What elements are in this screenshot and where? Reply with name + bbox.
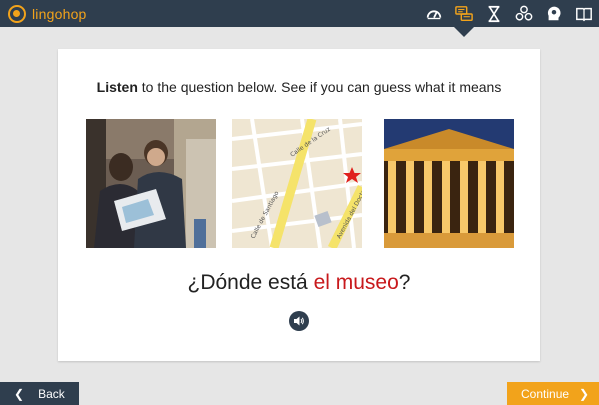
chevron-right-icon: ❯ bbox=[579, 386, 590, 401]
audio-play-button[interactable] bbox=[289, 311, 309, 331]
head-icon[interactable] bbox=[539, 0, 569, 27]
chat-icon[interactable] bbox=[449, 0, 479, 37]
logo-globe-icon bbox=[8, 5, 26, 23]
instruction-text: Listen to the question below. See if you… bbox=[58, 79, 540, 95]
continue-button[interactable]: Continue ❯ bbox=[507, 382, 599, 405]
museum-photo[interactable] bbox=[384, 119, 514, 248]
hourglass-icon[interactable] bbox=[479, 0, 509, 27]
tourists-photo[interactable] bbox=[86, 119, 216, 248]
continue-label: Continue bbox=[521, 386, 570, 401]
map-photo[interactable]: Calle de la Cruz Calle de Santiago Aveni… bbox=[232, 119, 362, 248]
top-bar: lingohop bbox=[0, 0, 599, 37]
chevron-left-icon: ❮ bbox=[14, 386, 25, 401]
instruction-rest: to the question below. See if you can gu… bbox=[137, 79, 502, 95]
question-prefix: ¿Dónde está bbox=[187, 271, 314, 294]
speaker-icon bbox=[294, 316, 304, 326]
logo-text: lingohop bbox=[32, 6, 87, 22]
question-text: ¿Dónde está el museo? bbox=[58, 271, 540, 295]
book-icon[interactable] bbox=[569, 0, 599, 27]
instruction-bold: Listen bbox=[96, 79, 138, 95]
dashboard-icon[interactable] bbox=[419, 0, 449, 27]
lesson-card: Listen to the question below. See if you… bbox=[58, 49, 540, 361]
question-highlight: el museo bbox=[313, 271, 399, 294]
back-button[interactable]: ❮ Back bbox=[0, 382, 79, 405]
nav-icons bbox=[419, 0, 599, 37]
cubes-icon[interactable] bbox=[509, 0, 539, 27]
back-label: Back bbox=[38, 386, 65, 401]
logo[interactable]: lingohop bbox=[8, 4, 87, 24]
question-suffix: ? bbox=[398, 271, 411, 294]
